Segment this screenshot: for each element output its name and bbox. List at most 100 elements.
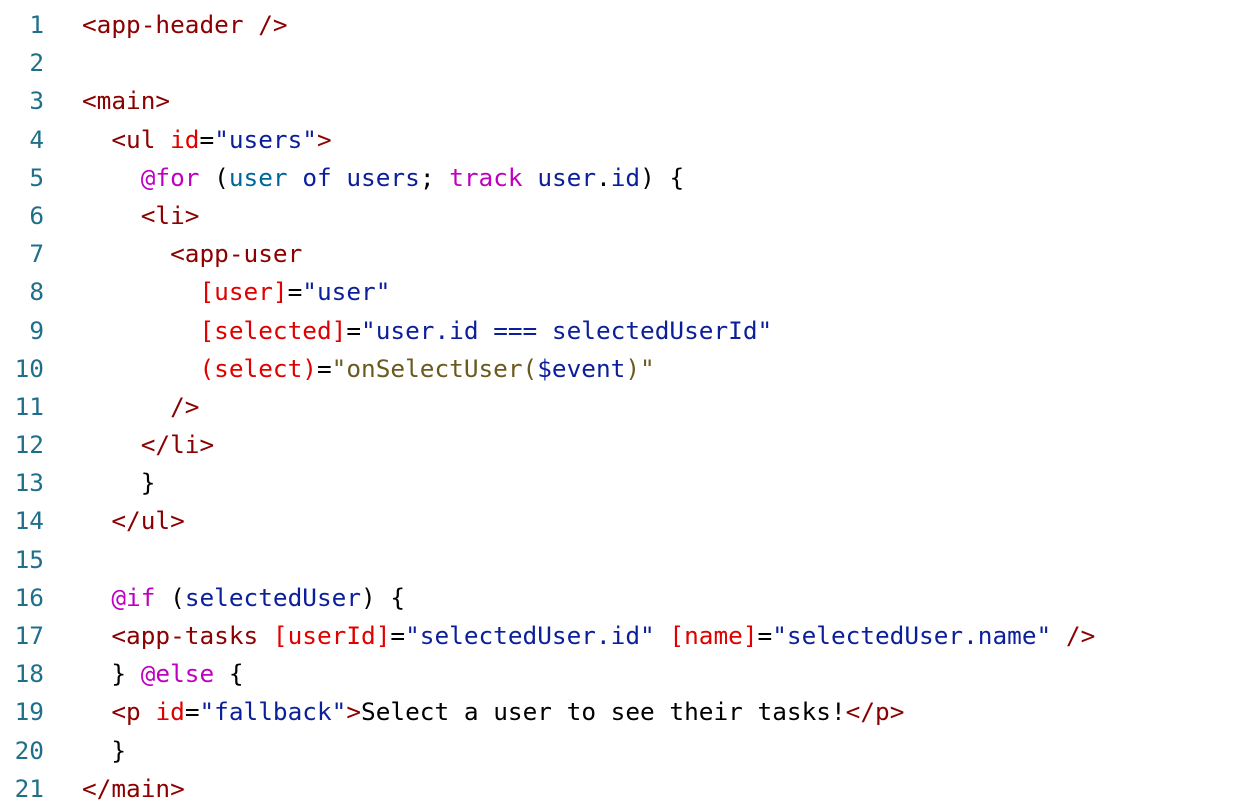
token-txt: ) {	[640, 162, 685, 192]
token-attr: [userId]	[272, 621, 391, 650]
line-code: <main>	[82, 82, 170, 120]
code-line[interactable]: 5 @for (user of users; track user.id) {	[0, 159, 1242, 197]
line-number: 11	[14, 391, 44, 421]
token-txt: {	[214, 659, 244, 689]
token-kw: track	[449, 162, 523, 192]
token-txt: }	[140, 468, 156, 498]
token-attr: id	[170, 124, 200, 154]
token-txt: }	[111, 735, 127, 765]
line-number: 21	[14, 773, 44, 803]
code-line[interactable]: 14 </ul>	[0, 502, 1242, 540]
code-line[interactable]: 6 <li>	[0, 197, 1242, 235]
code-line[interactable]: 17 <app-tasks [userId]="selectedUser.id"…	[0, 617, 1242, 655]
code-line[interactable]: 9 [selected]="user.id === selectedUserId…	[0, 312, 1242, 350]
code-line[interactable]: 4 <ul id="users">	[0, 121, 1242, 159]
token-txt: =	[316, 353, 332, 383]
line-code: <app-header />	[82, 6, 288, 44]
token-str: "fallback"	[199, 697, 347, 727]
token-str: "users"	[214, 124, 317, 154]
code-line[interactable]: 8 [user]="user"	[0, 273, 1242, 311]
line-code: @for (user of users; track user.id) {	[82, 159, 684, 197]
token-txt: =	[346, 315, 362, 345]
token-txt: =	[199, 124, 215, 154]
token-txt: =	[757, 621, 773, 650]
token-var: $event	[537, 353, 626, 383]
code-line[interactable]: 1 <app-header />	[0, 6, 1242, 44]
code-editor[interactable]: 1 <app-header /> 2 3 <main> 4 <ul id="users">…	[0, 6, 1242, 808]
code-line[interactable]: 13 }	[0, 464, 1242, 502]
line-number: 16	[14, 582, 44, 612]
code-line[interactable]: 7 <app-user	[0, 235, 1242, 273]
token-tag: />	[1065, 621, 1096, 650]
code-line[interactable]: 2	[0, 44, 1242, 82]
line-code: <p id="fallback">Select a user to see th…	[82, 693, 904, 731]
code-line[interactable]: 11 />	[0, 388, 1242, 426]
line-number: 8	[29, 277, 44, 307]
line-code: [user]="user"	[82, 273, 390, 311]
line-number: 17	[14, 621, 44, 650]
token-txt: .	[596, 162, 611, 192]
token-attr: (select)	[199, 353, 317, 383]
line-number: 3	[29, 86, 44, 116]
token-tag: <app-user	[170, 239, 303, 269]
token-attr: id	[155, 697, 185, 727]
token-tag: </li>	[140, 430, 215, 460]
token-txt: ) {	[361, 582, 406, 612]
line-code: (select)="onSelectUser($event)"	[82, 350, 655, 388]
code-line[interactable]: 18 } @else {	[0, 655, 1242, 693]
line-code: } @else {	[82, 655, 244, 693]
line-number: 15	[14, 544, 44, 574]
code-line[interactable]: 12 </li>	[0, 426, 1242, 464]
code-line[interactable]: 16 @if (selectedUser) {	[0, 579, 1242, 617]
line-number: 10	[14, 353, 44, 383]
line-code: />	[82, 388, 199, 426]
token-kw: @for	[140, 162, 200, 192]
token-tag: </p>	[845, 697, 905, 727]
token-txt: (	[199, 162, 229, 192]
token-op: user	[228, 162, 288, 192]
token-txt: ;	[419, 162, 450, 192]
token-var: user	[537, 162, 597, 192]
code-line[interactable]: 15	[0, 541, 1242, 579]
token-tag: <main>	[82, 86, 171, 116]
token-tag: <ul	[111, 124, 171, 154]
token-var: of	[302, 162, 332, 192]
code-line[interactable]: 20 }	[0, 732, 1242, 770]
line-number: 12	[14, 430, 44, 460]
token-kw: @else	[140, 659, 215, 689]
line-code: <li>	[82, 197, 200, 235]
token-attr: [user]	[199, 277, 288, 307]
token-tag: />	[170, 391, 200, 421]
line-number: 7	[29, 239, 44, 269]
line-number: 6	[29, 200, 44, 230]
line-code: [selected]="user.id === selectedUserId"	[82, 312, 772, 350]
token-attr: [name]	[669, 621, 758, 650]
code-line[interactable]: 10 (select)="onSelectUser($event)"	[0, 350, 1242, 388]
line-code: <ul id="users">	[82, 121, 332, 159]
code-line[interactable]: 21 </main>	[0, 770, 1242, 808]
token-var: selectedUser	[184, 582, 362, 612]
token-fn: )"	[625, 353, 655, 383]
token-txt: =	[390, 621, 406, 650]
code-line[interactable]: 3 <main>	[0, 82, 1242, 120]
token-tag: >	[316, 124, 332, 154]
line-number: 18	[14, 659, 44, 689]
line-number: 1	[29, 10, 44, 39]
token-tag: >	[346, 697, 362, 727]
line-number: 5	[29, 162, 44, 192]
code-line[interactable]: 19 <p id="fallback">Select a user to see…	[0, 693, 1242, 731]
line-code: </li>	[82, 426, 214, 464]
token-tag: <p	[111, 697, 156, 727]
line-code: </ul>	[82, 502, 184, 540]
